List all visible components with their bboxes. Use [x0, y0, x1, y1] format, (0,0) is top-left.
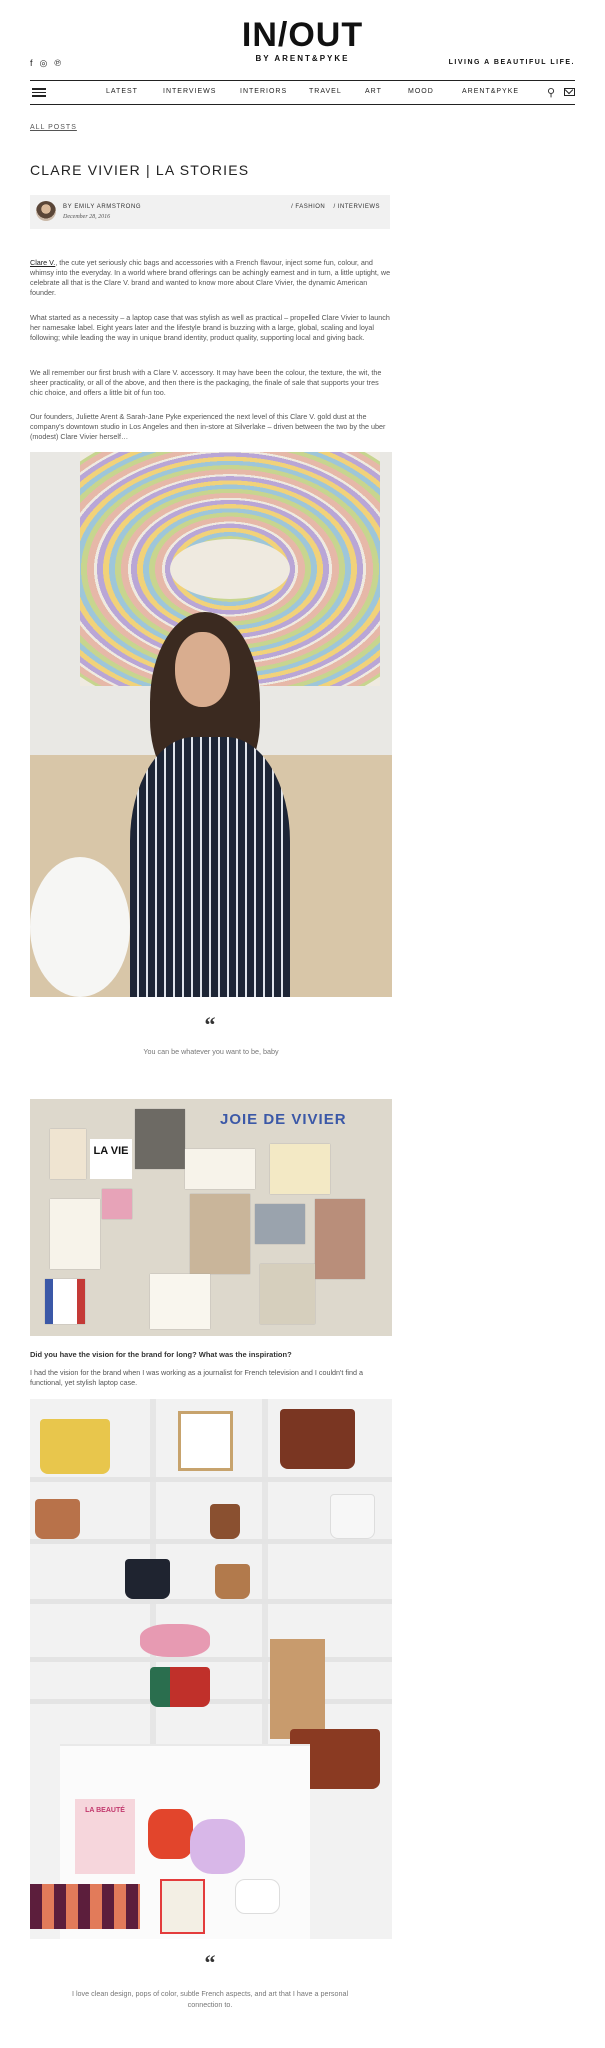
- nav-item-latest[interactable]: LATEST: [106, 88, 138, 95]
- pull-quote-2: I love clean design, pops of color, subt…: [71, 1989, 349, 2009]
- site-tagline: LIVING A BEAUTIFUL LIFE.: [448, 59, 575, 66]
- post-title: CLARE VIVIER | LA STORIES: [30, 162, 250, 178]
- post-author[interactable]: BY EMILY ARMSTRONG: [63, 204, 141, 210]
- tag-fashion[interactable]: / FASHION: [291, 204, 325, 210]
- tag-interviews[interactable]: / INTERVIEWS: [333, 204, 380, 210]
- breadcrumb-all-posts[interactable]: ALL POSTS: [30, 124, 77, 131]
- book-la-beaute: LA BEAUTÉ: [75, 1799, 135, 1874]
- nav-item-arent-pyke[interactable]: ARENT&PYKE: [462, 88, 519, 95]
- joie-de-vivier-text: JOIE DE VIVIER: [220, 1111, 347, 1128]
- intro-paragraph: Clare V., the cute yet seriously chic ba…: [30, 258, 391, 297]
- author-avatar: [36, 201, 56, 221]
- interview-answer-1: I had the vision for the brand when I wa…: [30, 1368, 363, 1387]
- paragraph-3: We all remember our first brush with a C…: [30, 368, 382, 397]
- nav-item-interviews[interactable]: INTERVIEWS: [163, 88, 216, 95]
- interview-question-1: Did you have the vision for the brand fo…: [30, 1350, 292, 1359]
- paragraph-2: What started as a necessity – a laptop c…: [30, 313, 390, 342]
- main-nav: LATEST INTERVIEWS INTERIORS TRAVEL ART M…: [30, 80, 575, 105]
- la-vie-card: LA VIE: [90, 1139, 132, 1179]
- nav-item-mood[interactable]: MOOD: [408, 88, 434, 95]
- post-meta: BY EMILY ARMSTRONG December 28, 2016 / F…: [30, 195, 390, 229]
- post-date: December 28, 2016: [63, 214, 111, 220]
- shop-shelves-photo: LA BEAUTÉ: [30, 1399, 392, 1939]
- nav-item-interiors[interactable]: INTERIORS: [240, 88, 287, 95]
- mail-icon[interactable]: [564, 88, 575, 96]
- quote-icon: “: [204, 1012, 216, 1037]
- clare-v-link[interactable]: Clare V.: [30, 258, 55, 267]
- white-flowers: [30, 857, 130, 997]
- portrait-photo: [30, 452, 392, 997]
- site-header: f ◎ ℗ IN/OUT BY ARENT&PYKE LIVING A BEAU…: [30, 0, 575, 80]
- pull-quote-1: You can be whatever you want to be, baby: [143, 1047, 279, 1056]
- site-logo[interactable]: IN/OUT BY ARENT&PYKE: [30, 18, 575, 63]
- nav-item-travel[interactable]: TRAVEL: [309, 88, 342, 95]
- quote-icon-2: “: [204, 1950, 216, 1975]
- nav-item-art[interactable]: ART: [365, 88, 382, 95]
- post-tags: / FASHION / INTERVIEWS: [285, 204, 380, 210]
- search-icon[interactable]: ⚲: [547, 86, 555, 99]
- paragraph-4: Our founders, Juliette Arent & Sarah-Jan…: [30, 412, 386, 441]
- logo-wordmark[interactable]: IN/OUT: [30, 18, 575, 52]
- moodboard-photo: LA VIE JOIE DE VIVIER: [30, 1099, 392, 1336]
